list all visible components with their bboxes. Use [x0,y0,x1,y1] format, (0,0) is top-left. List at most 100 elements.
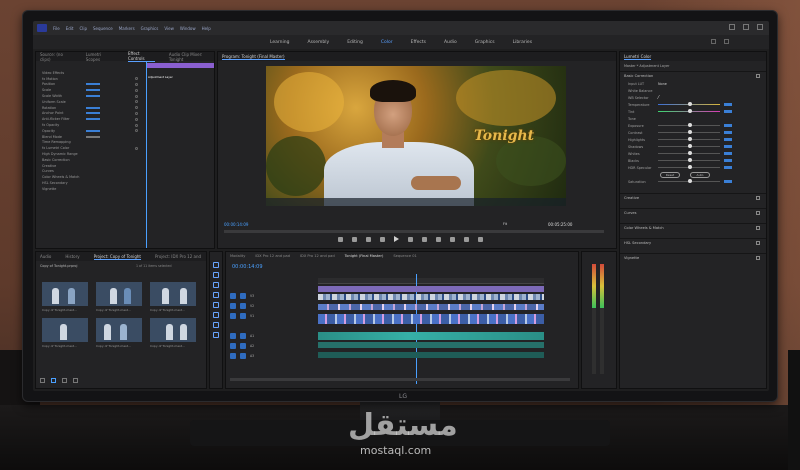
slider-row[interactable]: Saturation [620,178,766,185]
menu-item[interactable]: View [164,26,174,31]
tab-program[interactable]: Program: Tonight (Final Master) [222,54,285,60]
value-field[interactable] [86,83,100,86]
clip-thumbnail[interactable] [42,282,88,306]
hdr-specular-slider[interactable] [658,165,720,169]
list-view-icon[interactable] [40,378,45,383]
play-icon[interactable] [394,236,399,242]
checkbox-icon[interactable] [756,74,760,78]
checkbox-icon[interactable] [756,256,760,260]
reset-icon[interactable] [135,77,138,81]
tab-sequence[interactable]: Modality [230,254,245,258]
tab-sequence-01[interactable]: Sequence 01 [393,254,416,258]
timeline-timecode[interactable]: 00:00:14:09 [232,264,263,270]
contrast-slider[interactable] [658,130,720,134]
toggle-output-icon[interactable] [240,313,246,319]
value-field[interactable] [724,159,732,162]
video-clips-v3[interactable] [318,294,544,300]
slider-row[interactable]: HDR Specular [620,164,766,171]
export-frame-icon[interactable] [464,236,469,242]
slider-row[interactable]: Tint [620,108,766,115]
program-timecode[interactable]: 00:00:14:09 [224,222,248,227]
exposure-slider[interactable] [658,123,720,127]
mark-in-icon[interactable] [338,236,343,242]
workspace-color[interactable]: Color [381,40,393,45]
minimize-icon[interactable] [729,24,735,30]
section-color-wheels[interactable]: Color Wheels & Match [620,223,766,232]
toggle-output-icon[interactable] [240,293,246,299]
tab-history[interactable]: History [65,254,79,259]
workspace-audio[interactable]: Audio [444,40,457,45]
tab-project-copy[interactable]: Project: Copy of Tonight [93,254,141,260]
go-to-out-icon[interactable] [422,236,427,242]
workspace-assembly[interactable]: Assembly [308,40,330,45]
pen-tool-icon[interactable] [213,312,219,318]
fit-dropdown[interactable]: Fit [503,222,507,226]
checkbox-icon[interactable] [756,196,760,200]
track-target-icon[interactable] [230,303,236,309]
mark-out-icon[interactable] [352,236,357,242]
video-frame[interactable]: Tonight [266,66,566,206]
tab-project-idx[interactable]: Project: IDX Pro 12 and [155,254,201,259]
tab-audio-clip-mixer[interactable]: Audio Clip Mixer: Tonight [169,52,214,62]
checkbox-icon[interactable] [756,241,760,245]
value-field[interactable] [724,180,732,183]
mute-icon[interactable] [240,333,246,339]
saturation-slider[interactable] [658,179,720,183]
lift-icon[interactable] [436,236,441,242]
menu-item[interactable]: Clip [79,26,87,31]
track-target-icon[interactable] [230,333,236,339]
razor-tool-icon[interactable] [213,292,219,298]
highlights-slider[interactable] [658,137,720,141]
clip-thumbnail[interactable] [150,282,196,306]
track-select-tool-icon[interactable] [213,272,219,278]
value-field[interactable] [724,138,732,141]
tab-tonight-final-master[interactable]: Tonight (Final Master) [345,254,384,258]
settings-icon[interactable] [478,236,483,242]
value-field[interactable] [724,145,732,148]
keyframe-icon[interactable] [135,82,138,86]
video-clips-v2[interactable] [318,304,544,310]
tab-lumetri-scopes[interactable]: Lumetri Scopes [86,52,114,62]
value-field[interactable] [86,118,100,121]
timeline-scrollbar[interactable] [230,378,570,381]
reset-icon[interactable] [135,146,138,150]
value-field[interactable] [724,124,732,127]
menu-item[interactable]: Window [180,26,196,31]
tab-sequence[interactable]: IDX Pro 12 and pad [255,254,290,258]
hand-tool-icon[interactable] [213,322,219,328]
value-field[interactable] [86,135,100,138]
menu-item[interactable]: File [53,26,60,31]
checkbox-icon[interactable] [135,100,138,104]
clip-thumbnail[interactable] [96,282,142,306]
keyframe-icon[interactable] [135,88,138,92]
menu-item[interactable]: Edit [66,26,74,31]
value-field[interactable] [724,131,732,134]
reset-icon[interactable] [135,123,138,127]
value-field[interactable] [86,106,100,109]
slider-row[interactable]: Temperature [620,101,766,108]
keyframe-icon[interactable] [135,106,138,110]
workspace-graphics[interactable]: Graphics [475,40,495,45]
value-field[interactable] [86,112,100,115]
audio-clip-a2[interactable] [318,342,544,348]
icon-view-icon[interactable] [51,378,56,383]
audio-clip-a3[interactable] [318,352,544,358]
temperature-slider[interactable] [658,102,720,106]
effect-row[interactable]: Vignette [36,186,144,192]
search-icon[interactable] [724,39,729,44]
audio-clip-a1[interactable] [318,332,544,340]
lut-value[interactable]: None [658,82,667,86]
menu-item[interactable]: Help [202,26,211,31]
clip-thumbnail[interactable] [150,318,196,342]
value-field[interactable] [724,166,732,169]
tint-slider[interactable] [658,109,720,113]
eyedropper-icon[interactable]: ⁄ [658,95,659,101]
mute-icon[interactable] [240,343,246,349]
auto-button[interactable]: Auto [690,171,710,178]
go-to-in-icon[interactable] [366,236,371,242]
section-hsl-secondary[interactable]: HSL Secondary [620,238,766,247]
track-target-icon[interactable] [230,353,236,359]
step-forward-icon[interactable] [408,236,413,242]
time-ruler[interactable] [318,278,544,284]
tab-source[interactable]: Source: (no clips) [40,52,72,62]
